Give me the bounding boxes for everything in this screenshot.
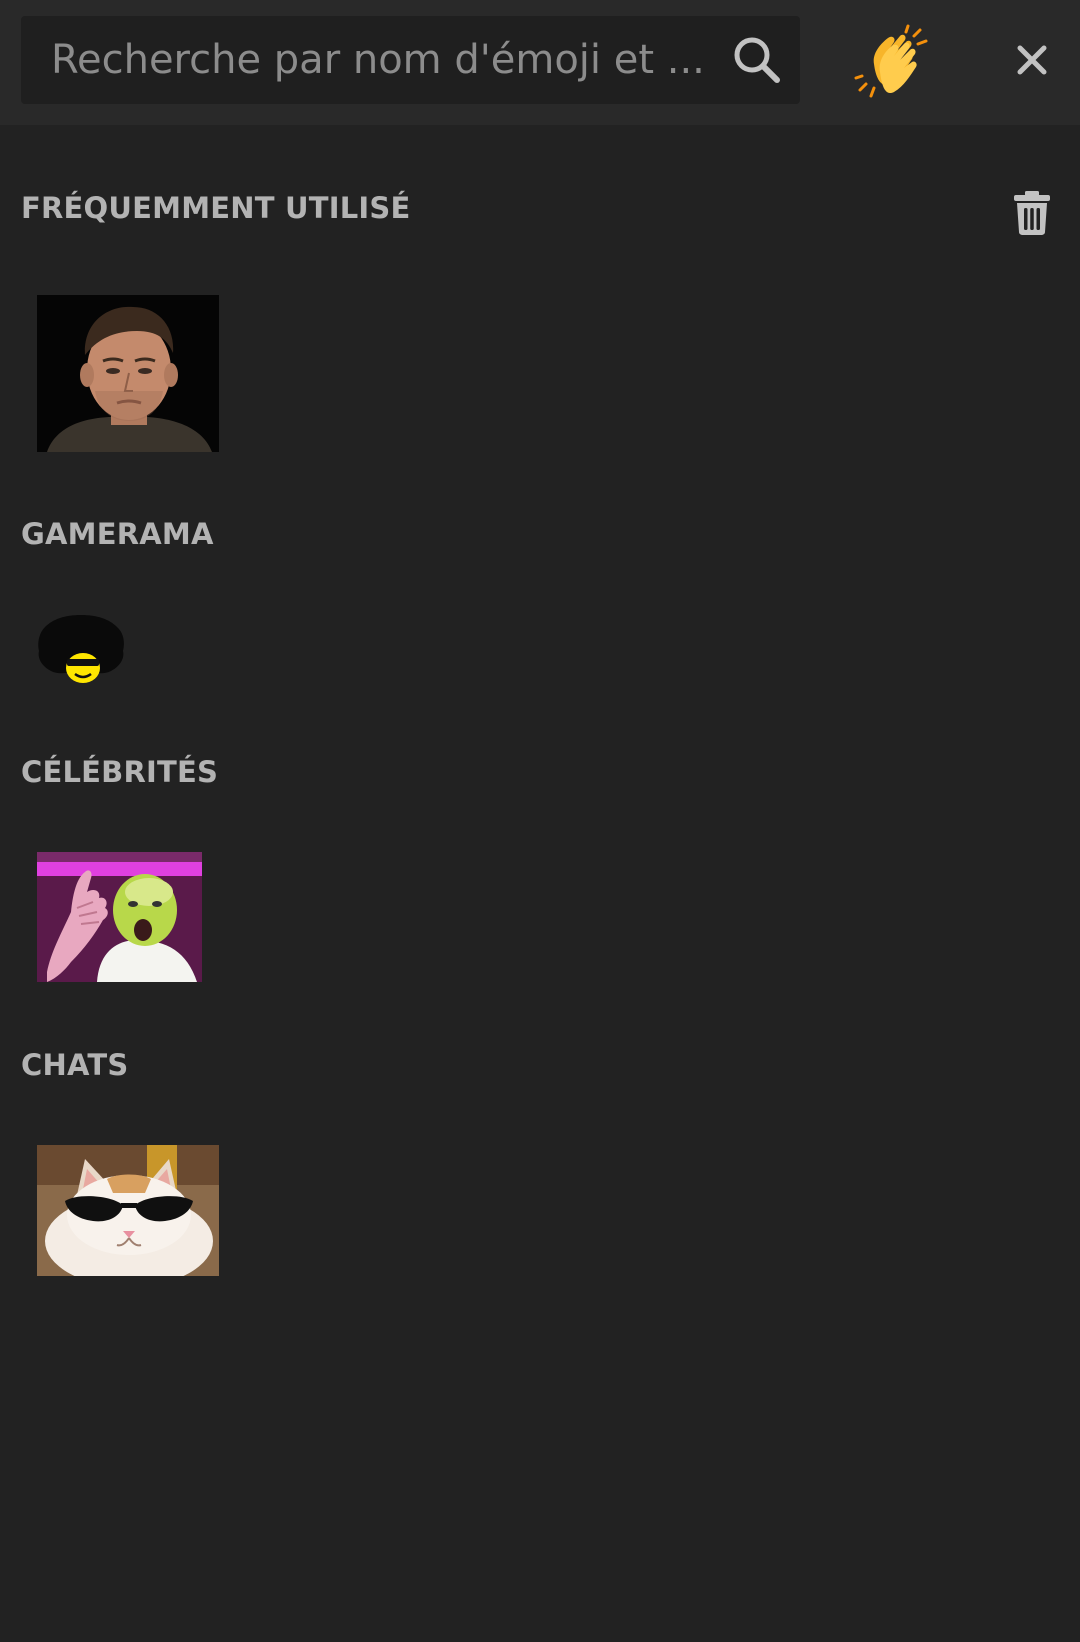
clapping-hands-icon xyxy=(854,24,928,98)
section-title-celebrites: CÉLÉBRITÉS xyxy=(21,755,219,789)
custom-emoji-afro-sunglasses[interactable] xyxy=(37,613,125,688)
custom-emoji-cat-sunglasses[interactable] xyxy=(37,1145,219,1276)
emoji-picker-header xyxy=(0,0,1080,125)
trash-icon[interactable] xyxy=(1012,190,1052,236)
dancing-man-image xyxy=(37,852,202,982)
close-icon[interactable] xyxy=(1012,40,1052,80)
man-portrait-image xyxy=(37,295,219,452)
search-icon[interactable] xyxy=(731,34,783,86)
skin-tone-selector[interactable] xyxy=(854,24,934,104)
cat-sunglasses-image xyxy=(37,1145,219,1276)
custom-emoji-dancing-man[interactable] xyxy=(37,852,202,982)
section-title-frequently-used: FRÉQUEMMENT UTILISÉ xyxy=(21,191,411,225)
afro-sunglasses-image xyxy=(38,615,124,683)
search-input[interactable] xyxy=(21,16,721,104)
search-box xyxy=(21,16,800,104)
custom-emoji-man-sad[interactable] xyxy=(37,295,219,452)
section-title-gamerama: GAMERAMA xyxy=(21,517,214,551)
section-title-chats: CHATS xyxy=(21,1048,129,1082)
